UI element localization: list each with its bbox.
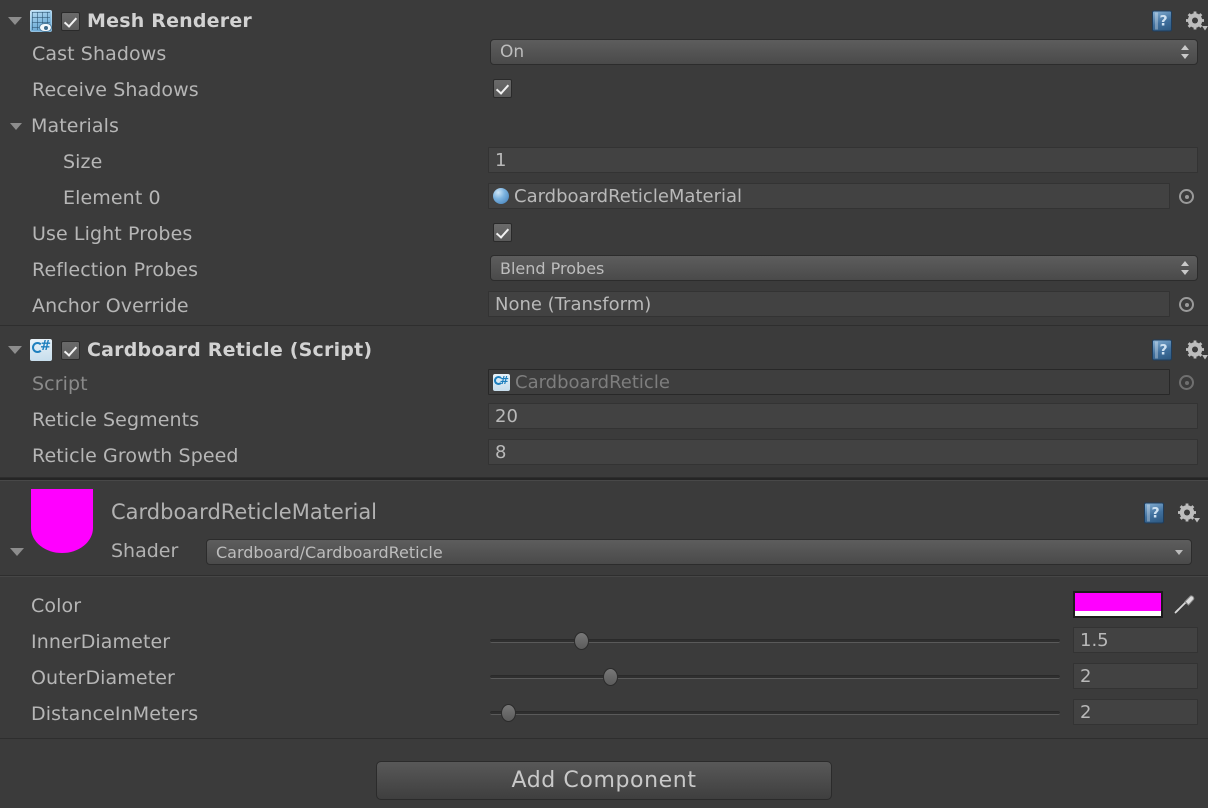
label-color: Color bbox=[31, 595, 82, 617]
mesh-renderer-icon bbox=[30, 10, 52, 32]
eyedropper-icon[interactable] bbox=[1172, 592, 1196, 620]
chevron-updown-icon bbox=[1181, 45, 1190, 59]
outer-diameter-slider[interactable] bbox=[490, 668, 1060, 686]
label-script: Script bbox=[32, 373, 88, 395]
cardboard-reticle-title: Cardboard Reticle (Script) bbox=[87, 339, 373, 361]
label-reticle-segments: Reticle Segments bbox=[32, 409, 200, 431]
element-0-object-field[interactable]: CardboardReticleMaterial bbox=[488, 183, 1170, 209]
shader-label: Shader bbox=[111, 540, 179, 562]
label-inner-diameter: InnerDiameter bbox=[31, 631, 171, 653]
add-component-button[interactable]: Add Component bbox=[376, 761, 832, 800]
row-materials-foldout[interactable]: Materials bbox=[10, 108, 1208, 144]
anchor-override-object-field[interactable]: None (Transform) bbox=[488, 291, 1170, 317]
label-materials: Materials bbox=[31, 115, 119, 137]
inner-diameter-value: 1.5 bbox=[1080, 629, 1109, 651]
slider-track bbox=[490, 675, 1060, 679]
help-book-icon[interactable]: ? bbox=[1152, 10, 1172, 32]
label-element-0: Element 0 bbox=[63, 187, 161, 209]
material-name: CardboardReticleMaterial bbox=[111, 500, 378, 524]
csharp-script-icon bbox=[30, 339, 52, 361]
mesh-renderer-title: Mesh Renderer bbox=[87, 10, 252, 32]
element-0-value: CardboardReticleMaterial bbox=[514, 185, 743, 207]
foldout-triangle-material[interactable] bbox=[10, 548, 24, 556]
component-header-cardboard-reticle[interactable]: Cardboard Reticle (Script) ? bbox=[0, 331, 1208, 369]
row-receive-shadows: Receive Shadows bbox=[32, 72, 1208, 108]
slider-knob[interactable] bbox=[574, 632, 589, 650]
label-outer-diameter: OuterDiameter bbox=[31, 667, 175, 689]
cardboard-reticle-enabled-checkbox[interactable] bbox=[61, 340, 80, 360]
material-section-separator bbox=[0, 477, 1208, 481]
inner-diameter-input[interactable]: 1.5 bbox=[1073, 627, 1198, 653]
row-color: Color bbox=[31, 588, 1208, 624]
slider-knob[interactable] bbox=[603, 668, 618, 686]
anchor-override-object-picker[interactable] bbox=[1179, 297, 1194, 312]
cast-shadows-value: On bbox=[500, 42, 525, 62]
receive-shadows-checkbox[interactable] bbox=[493, 79, 512, 98]
anchor-override-value: None (Transform) bbox=[495, 293, 652, 315]
slider-knob[interactable] bbox=[501, 704, 516, 722]
outer-diameter-input[interactable]: 2 bbox=[1073, 663, 1198, 689]
shader-dropdown[interactable]: Cardboard/CardboardReticle bbox=[206, 539, 1192, 565]
unity-inspector-panel: Mesh Renderer ? Cast Shadows On Receive … bbox=[0, 0, 1208, 808]
script-object-field: CardboardReticle bbox=[488, 369, 1170, 395]
component-separator-1 bbox=[0, 325, 1208, 326]
cast-shadows-dropdown[interactable]: On bbox=[490, 39, 1198, 65]
mesh-renderer-enabled-checkbox[interactable] bbox=[61, 11, 80, 31]
color-swatch[interactable] bbox=[1073, 591, 1163, 618]
slider-track bbox=[490, 711, 1060, 715]
gear-icon[interactable] bbox=[1178, 503, 1200, 523]
material-sphere-icon bbox=[493, 188, 509, 204]
help-book-icon[interactable]: ? bbox=[1152, 339, 1172, 361]
reticle-growth-speed-value: 8 bbox=[495, 441, 507, 463]
component-header-mesh-renderer[interactable]: Mesh Renderer ? bbox=[0, 2, 1208, 40]
script-value: CardboardReticle bbox=[515, 371, 670, 393]
chevron-down-icon bbox=[1175, 550, 1183, 555]
reticle-segments-value: 20 bbox=[495, 405, 518, 427]
gear-icon[interactable] bbox=[1186, 340, 1208, 360]
size-input[interactable]: 1 bbox=[488, 147, 1198, 173]
label-receive-shadows: Receive Shadows bbox=[32, 79, 199, 101]
label-use-light-probes: Use Light Probes bbox=[32, 223, 193, 245]
label-anchor-override: Anchor Override bbox=[32, 295, 189, 317]
material-preview-thumbnail bbox=[31, 489, 93, 553]
label-reticle-growth-speed: Reticle Growth Speed bbox=[32, 445, 239, 467]
footer-separator bbox=[0, 738, 1208, 739]
shader-value: Cardboard/CardboardReticle bbox=[216, 542, 443, 562]
color-swatch-fill bbox=[1075, 593, 1161, 611]
foldout-triangle-cardboard-reticle[interactable] bbox=[8, 346, 22, 354]
label-cast-shadows: Cast Shadows bbox=[32, 43, 167, 65]
gear-icon[interactable] bbox=[1186, 11, 1208, 31]
csharp-script-icon bbox=[493, 373, 510, 391]
reticle-growth-speed-input[interactable]: 8 bbox=[488, 439, 1198, 465]
inner-diameter-slider[interactable] bbox=[490, 632, 1060, 650]
material-properties-separator-highlight bbox=[0, 576, 1208, 577]
distance-in-meters-value: 2 bbox=[1080, 701, 1092, 723]
use-light-probes-checkbox[interactable] bbox=[493, 223, 512, 242]
size-value: 1 bbox=[495, 149, 507, 171]
element-0-object-picker[interactable] bbox=[1179, 189, 1194, 204]
foldout-triangle-mesh-renderer[interactable] bbox=[8, 17, 22, 25]
foldout-triangle-materials[interactable] bbox=[10, 122, 22, 130]
add-component-label: Add Component bbox=[511, 768, 697, 793]
help-book-icon[interactable]: ? bbox=[1144, 502, 1164, 524]
distance-in-meters-slider[interactable] bbox=[490, 704, 1060, 722]
reflection-probes-value: Blend Probes bbox=[500, 258, 605, 278]
reflection-probes-dropdown[interactable]: Blend Probes bbox=[490, 255, 1198, 281]
label-size: Size bbox=[63, 151, 103, 173]
reticle-segments-input[interactable]: 20 bbox=[488, 403, 1198, 429]
label-distance-in-meters: DistanceInMeters bbox=[31, 703, 199, 725]
outer-diameter-value: 2 bbox=[1080, 665, 1092, 687]
chevron-updown-icon bbox=[1181, 261, 1190, 275]
distance-in-meters-input[interactable]: 2 bbox=[1073, 699, 1198, 725]
script-object-picker bbox=[1179, 375, 1194, 390]
label-reflection-probes: Reflection Probes bbox=[32, 259, 199, 281]
row-use-light-probes: Use Light Probes bbox=[32, 216, 1208, 252]
